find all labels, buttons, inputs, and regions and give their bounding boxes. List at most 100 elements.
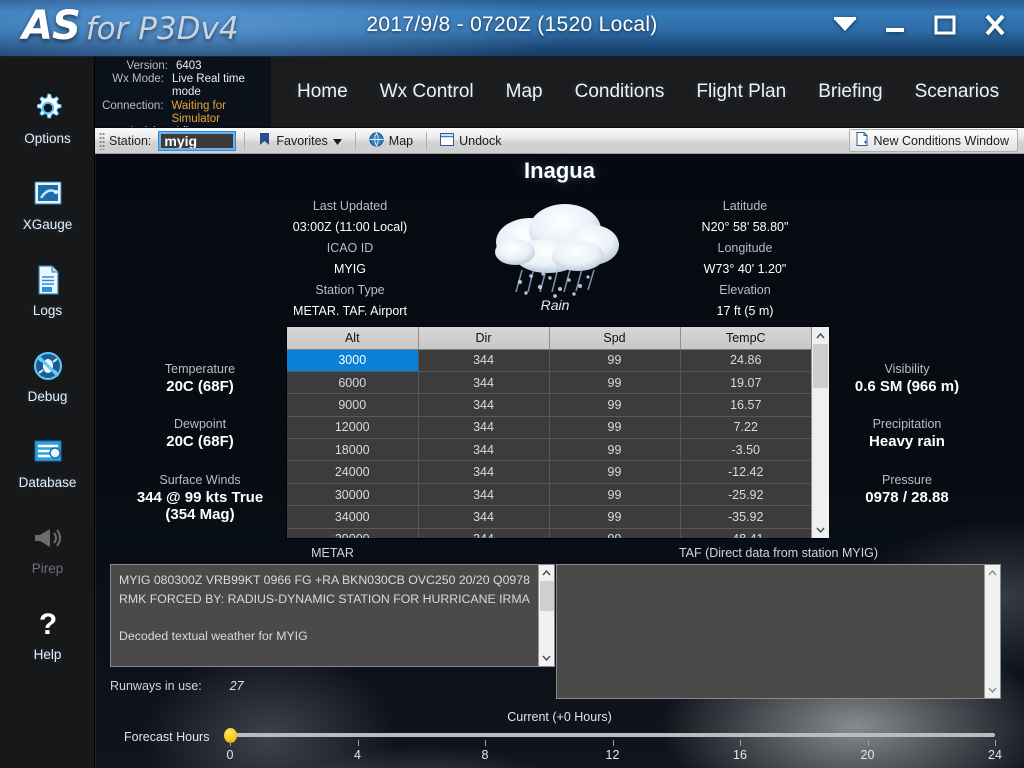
table-cell-tempc: -35.92 xyxy=(680,505,811,529)
slider-tick-label: 16 xyxy=(733,748,747,762)
scroll-up-icon[interactable] xyxy=(988,565,997,581)
nav-item-home[interactable]: Home xyxy=(281,81,364,103)
column-header-spd[interactable]: Spd xyxy=(549,327,681,350)
scroll-track[interactable] xyxy=(985,581,1001,682)
table-cell-alt: 3000 xyxy=(287,349,419,372)
table-cell-alt: 6000 xyxy=(287,371,419,395)
new-document-icon xyxy=(856,132,868,149)
sidebar-item-pirep[interactable]: Pirep xyxy=(0,505,95,591)
table-cell-spd: 99 xyxy=(549,416,681,440)
table-row[interactable]: 30000 344 99 -25.92 xyxy=(287,483,811,507)
table-row[interactable]: 18000 344 99 -3.50 xyxy=(287,438,811,462)
sidebar-item-options[interactable]: Options xyxy=(0,75,95,161)
left-stats: Temperature 20C (68F) Dewpoint 20C (68F)… xyxy=(115,362,285,523)
gauge-image-icon xyxy=(31,177,65,211)
table-row[interactable]: 34000 344 99 -35.92 xyxy=(287,505,811,529)
stat-visibility: Visibility 0.6 SM (966 m) xyxy=(822,362,992,395)
nav-item-conditions[interactable]: Conditions xyxy=(559,81,681,103)
scroll-thumb[interactable] xyxy=(812,344,828,388)
map-button[interactable]: Map xyxy=(364,130,418,152)
table-row[interactable]: 3900034499-48.41 xyxy=(287,528,811,538)
scroll-down-icon[interactable] xyxy=(811,521,829,538)
metar-scrollbar[interactable] xyxy=(538,565,554,666)
nav-item-briefing[interactable]: Briefing xyxy=(802,81,898,103)
sidebar-item-debug[interactable]: Debug xyxy=(0,333,95,419)
table-cell-alt: 9000 xyxy=(287,393,419,417)
slider-track[interactable] xyxy=(230,733,995,737)
stat-key: Temperature xyxy=(164,362,236,376)
favorites-button[interactable]: Favorites xyxy=(253,130,346,151)
stat-value: 20C (68F) xyxy=(166,378,234,395)
nav-item-wx-control[interactable]: Wx Control xyxy=(364,81,490,103)
collapse-icon[interactable] xyxy=(828,8,862,42)
scroll-track[interactable] xyxy=(539,581,555,650)
rain-cloud-icon: Rain xyxy=(470,190,640,315)
sidebar-item-logs[interactable]: Logs xyxy=(0,247,95,333)
favorites-label: Favorites xyxy=(276,133,328,148)
table-cell-tempc: -25.92 xyxy=(680,483,811,507)
nav-item-scenarios[interactable]: Scenarios xyxy=(899,81,1016,103)
table-row[interactable]: 12000 344 99 7.22 xyxy=(287,416,811,440)
undock-button[interactable]: Undock xyxy=(435,131,506,151)
scroll-up-icon[interactable] xyxy=(542,565,551,581)
column-header-tempc[interactable]: TempC xyxy=(680,327,811,350)
table-cell-dir: 344 xyxy=(418,505,550,529)
stat-surface-winds: Surface Winds 344 @ 99 kts True (354 Mag… xyxy=(115,473,285,524)
status-value: 6403 xyxy=(176,60,202,72)
scroll-up-icon[interactable] xyxy=(811,327,829,344)
table-cell-spd: 99 xyxy=(549,393,681,417)
table-cell-alt: 12000 xyxy=(287,416,419,440)
metar-text: MYIG 080300Z VRB99KT 0966 FG +RA BKN030C… xyxy=(119,573,530,644)
taf-scrollbar[interactable] xyxy=(984,565,1000,698)
station-label: Station: xyxy=(109,133,152,148)
table-cell-dir: 344 xyxy=(418,460,550,484)
table-cell-dir: 344 xyxy=(418,371,550,395)
table-row[interactable]: 24000 344 99 -12.42 xyxy=(287,460,811,484)
slider-tick xyxy=(612,740,614,746)
scroll-thumb[interactable] xyxy=(539,581,554,611)
new-conditions-window-button[interactable]: New Conditions Window xyxy=(848,129,1018,152)
right-stats: Visibility 0.6 SM (966 m) Precipitation … xyxy=(822,362,992,506)
sidebar-item-help[interactable]: ? Help xyxy=(0,591,95,677)
winds-table-scrollbar[interactable] xyxy=(811,327,829,538)
toolbar-divider xyxy=(244,131,246,150)
sidebar-item-database[interactable]: Database xyxy=(0,419,95,505)
status-row: Connection: Waiting for Simulator xyxy=(96,100,271,126)
stat-value: 0978 / 28.88 xyxy=(865,488,949,506)
scroll-track[interactable] xyxy=(811,344,829,521)
table-cell-tempc: 19.07 xyxy=(680,371,811,395)
scroll-down-icon[interactable] xyxy=(988,682,997,698)
stat-value: 0.6 SM (966 m) xyxy=(854,378,960,395)
window-controls xyxy=(828,8,1012,42)
slider-tick-label: 4 xyxy=(354,748,361,762)
station-info-left: Last Updated 03:00Z (11:00 Local) ICAO I… xyxy=(255,196,445,322)
table-cell-tempc: 24.86 xyxy=(680,349,811,372)
column-header-dir[interactable]: Dir xyxy=(418,327,550,350)
minimize-icon[interactable] xyxy=(878,8,912,42)
slider-tick xyxy=(995,740,996,746)
metar-textbox[interactable]: MYIG 080300Z VRB99KT 0966 FG +RA BKN030C… xyxy=(110,564,555,667)
slider-tick xyxy=(867,740,869,746)
close-icon[interactable] xyxy=(978,8,1012,42)
station-input[interactable] xyxy=(158,130,237,151)
slider-tick-label: 20 xyxy=(860,748,875,762)
scroll-down-icon[interactable] xyxy=(542,650,551,666)
column-header-alt[interactable]: Alt xyxy=(287,327,419,350)
table-cell-alt: 39000 xyxy=(287,528,419,538)
stat-precipitation: Precipitation Heavy rain xyxy=(822,417,992,450)
table-cell-tempc: 7.22 xyxy=(680,416,811,440)
table-row[interactable]: 9000 344 99 16.57 xyxy=(287,393,811,417)
toolbar-grip[interactable] xyxy=(99,131,105,150)
forecast-hours-slider[interactable]: 0 4 8 12 16 20 24 xyxy=(222,726,1002,766)
nav-item-search[interactable]: Search xyxy=(1015,81,1024,103)
maximize-icon[interactable] xyxy=(928,8,962,42)
info-value: METAR. TAF. Airport xyxy=(293,304,407,318)
nav-item-map[interactable]: Map xyxy=(490,81,559,103)
taf-textbox[interactable] xyxy=(556,564,1001,699)
table-cell-dir: 344 xyxy=(418,393,550,417)
nav-item-flight-plan[interactable]: Flight Plan xyxy=(680,81,802,103)
table-row[interactable]: 6000 344 99 19.07 xyxy=(287,371,811,395)
table-row[interactable]: 3000 344 99 24.86 xyxy=(287,349,811,372)
sidebar-item-xgauge[interactable]: XGauge xyxy=(0,161,95,247)
toolbar-divider xyxy=(426,131,428,150)
